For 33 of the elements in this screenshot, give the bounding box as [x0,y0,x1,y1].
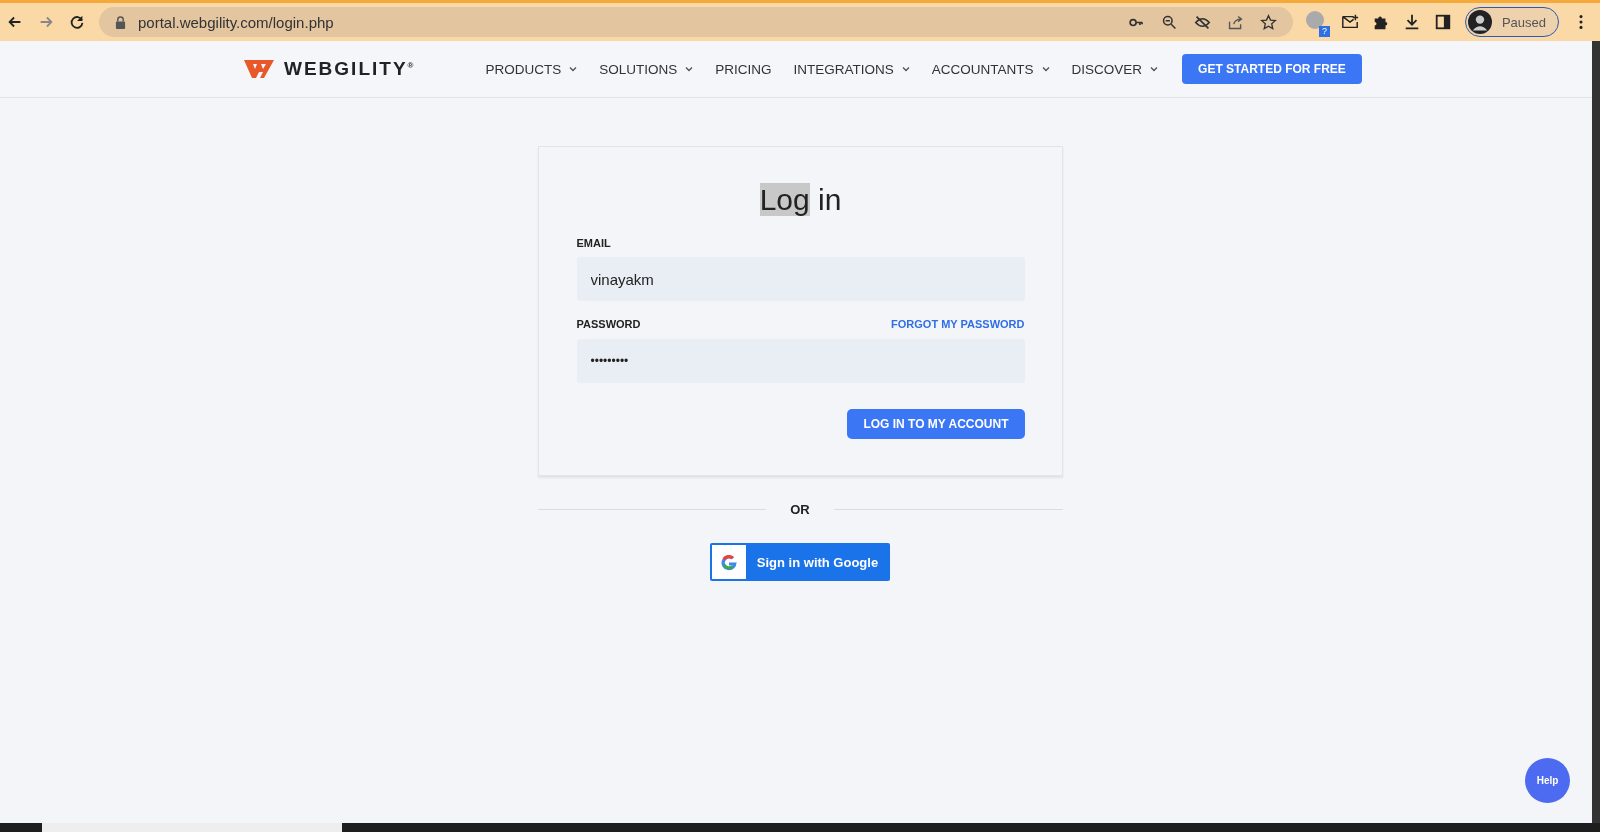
nav-item[interactable]: PRODUCTS [485,61,578,77]
address-bar[interactable]: portal.webgility.com/login.php [99,7,1293,37]
logo-icon[interactable] [244,58,274,80]
eye-slash-icon[interactable] [1193,13,1211,31]
reload-icon[interactable] [68,13,86,31]
side-panel-icon[interactable] [1433,13,1452,31]
nav-item[interactable]: PRICING [715,61,772,77]
nav-item[interactable]: SOLUTIONS [599,61,694,77]
google-sign-in-button[interactable]: Sign in with Google [709,543,891,581]
password-label: PASSWORD [576,318,641,330]
login-title: Log in [759,183,842,217]
share-icon[interactable] [1226,13,1244,31]
forgot-password-link[interactable]: FORGOT MY PASSWORD [891,318,1025,330]
brand-name[interactable]: WEBGILITY$^{®}$ [284,58,414,80]
extension-badge: ? [1318,26,1330,37]
lock-icon [115,15,126,29]
url-text: portal.webgility.com/login.php [138,13,334,31]
mail-icon[interactable] [1340,13,1359,31]
google-g-icon [718,552,739,572]
password-field[interactable]: ••••••••• [576,339,1025,383]
nav-item[interactable]: ACCOUNTANTS [931,61,1050,77]
or-divider-text: OR [789,502,811,517]
email-field[interactable]: vinayakm [576,257,1025,301]
email-label: EMAIL [576,237,612,249]
login-button[interactable]: LOG IN TO MY ACCOUNT [847,409,1025,439]
nav-item[interactable]: DISCOVER [1071,61,1159,77]
help-button[interactable]: Help [1525,758,1570,803]
zoom-out-icon[interactable] [1160,13,1178,31]
star-icon[interactable] [1259,13,1277,31]
avatar-icon [1467,10,1492,34]
profile-button[interactable]: Paused [1464,7,1559,37]
nav-item[interactable]: INTEGRATIONS [793,61,910,77]
get-started-button[interactable]: GET STARTED FOR FREE [1182,54,1362,84]
